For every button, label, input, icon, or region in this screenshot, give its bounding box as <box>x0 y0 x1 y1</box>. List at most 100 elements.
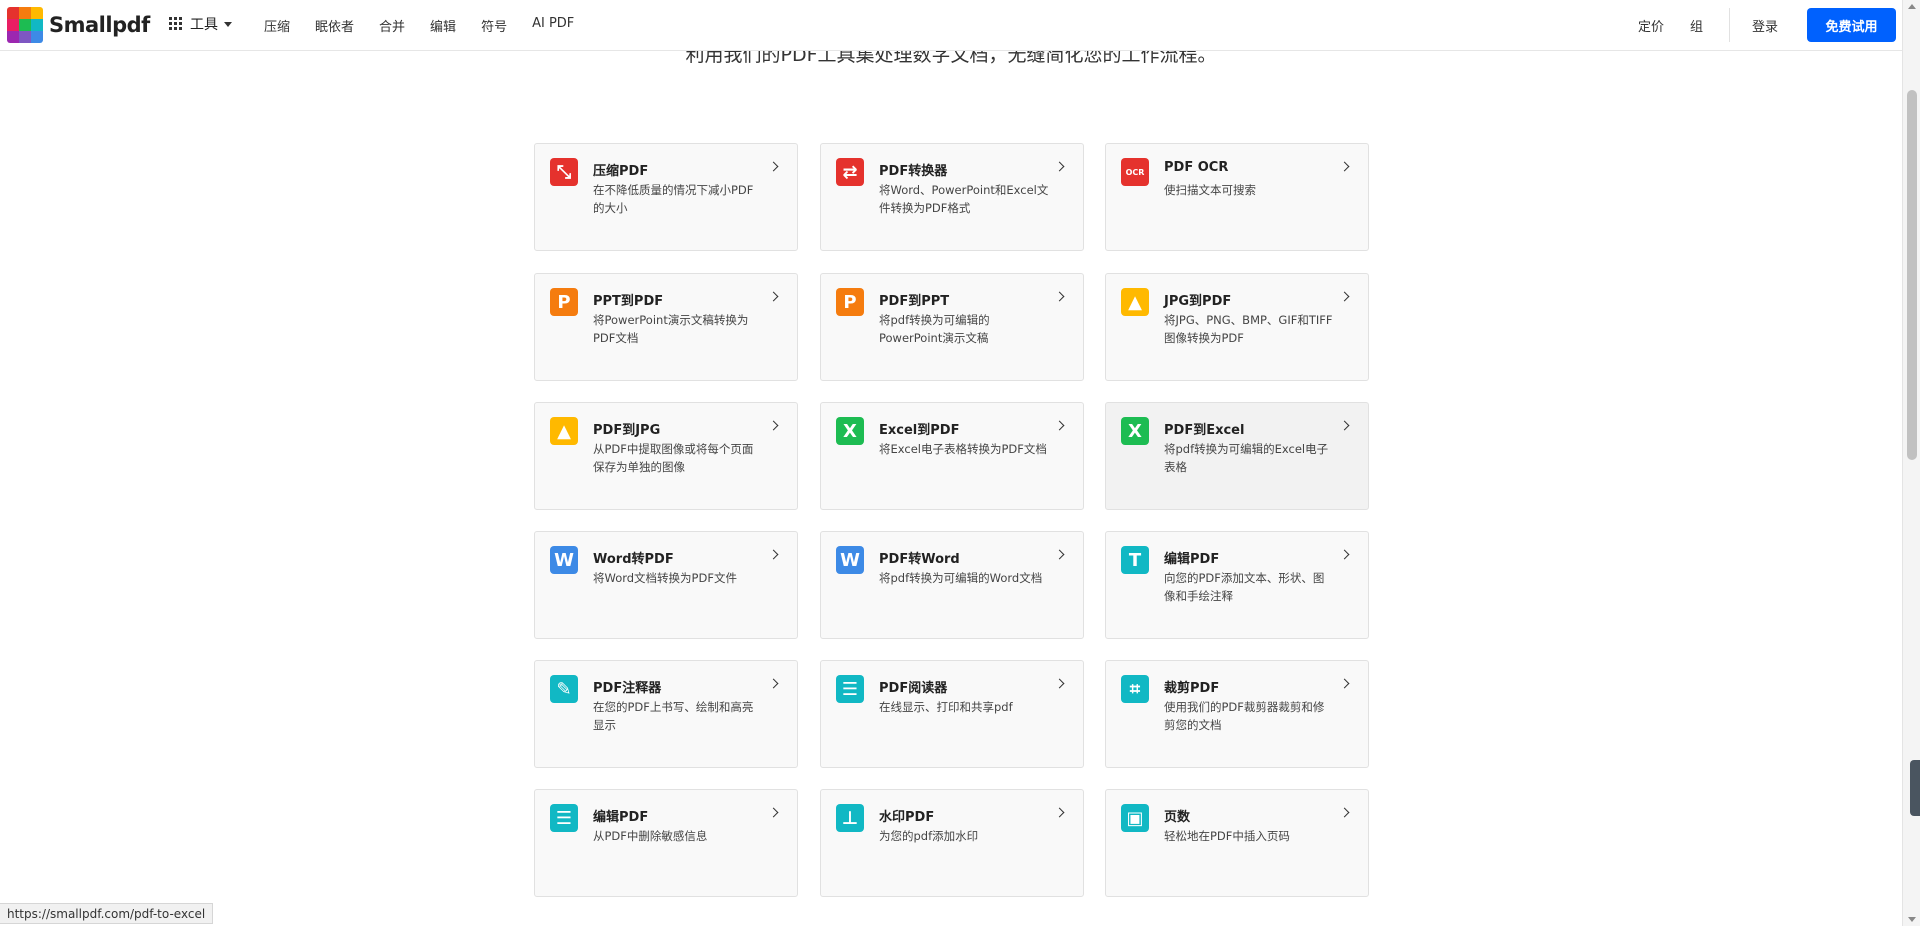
main-nav: 压缩 眠依者 合并 编辑 符号 AI PDF <box>264 16 599 35</box>
side-panel-handle[interactable] <box>1910 760 1920 816</box>
image-icon: ▲ <box>1121 288 1149 316</box>
tool-card-title: 编辑PDF <box>1164 552 1220 567</box>
chevron-right-icon <box>1054 549 1065 560</box>
tool-card[interactable]: P PDF到PPT 将pdf转换为可编辑的PowerPoint演示文稿 <box>820 273 1084 381</box>
logo-text: Smallpdf <box>49 13 150 37</box>
tool-card[interactable]: ▣ 页数轻松地在PDF中插入页码 <box>1105 789 1369 897</box>
tool-card[interactable]: ⌗ 裁剪PDF 使用我们的PDF裁剪器裁剪和修剪您的文档 <box>1105 660 1369 768</box>
nav-link-ai-pdf[interactable]: AI PDF <box>532 16 574 35</box>
page-number-icon: ▣ <box>1121 804 1149 832</box>
tool-card[interactable]: OCR PDF OCR 使扫描文本可搜索 <box>1105 143 1369 251</box>
tool-card-description: 使扫描文本可搜索 <box>1164 183 1256 197</box>
header-divider <box>1729 8 1730 42</box>
pen-icon: ✎ <box>550 675 578 703</box>
tool-card-description: 将pdf转换为可编辑的Word文档 <box>879 571 1043 585</box>
tool-card[interactable]: X PDF到Excel 将pdf转换为可编辑的Excel电子表格 <box>1105 402 1369 510</box>
chevron-right-icon <box>1339 807 1350 818</box>
chevron-right-icon <box>1054 161 1065 172</box>
chevron-right-icon <box>1339 161 1350 172</box>
tool-card[interactable]: ▲ PDF到JPG 从PDF中提取图像或将每个页面保存为单独的图像 <box>534 402 798 510</box>
apps-grid-icon <box>169 17 183 31</box>
tool-card-description: 在不降低质量的情况下减小PDF的大小 <box>593 183 754 215</box>
caret-down-icon <box>224 21 232 27</box>
chevron-right-icon <box>768 291 779 302</box>
tool-card-description: 将Word、PowerPoint和Excel文件转换为PDF格式 <box>879 183 1049 215</box>
tool-card[interactable]: ☰ PDF阅读器 在线显示、打印和共享pdf <box>820 660 1084 768</box>
word-icon: W <box>836 546 864 574</box>
scrollbar-thumb[interactable] <box>1907 90 1917 460</box>
chevron-right-icon <box>1054 678 1065 689</box>
crop-icon: ⌗ <box>1121 675 1149 703</box>
tool-card-description: 将Excel电子表格转换为PDF文档 <box>879 442 1047 456</box>
tool-card-title: JPG到PDF <box>1164 294 1232 309</box>
tool-card-description: 将pdf转换为可编辑的PowerPoint演示文稿 <box>879 313 990 345</box>
tool-card-title: PDF注释器 <box>593 681 662 696</box>
tool-card[interactable]: ✎ PDF注释器 在您的PDF上书写、绘制和高亮显示 <box>534 660 798 768</box>
chevron-right-icon <box>768 549 779 560</box>
nav-link-sign[interactable]: 符号 <box>481 16 507 35</box>
tool-card[interactable]: ⊥ 水印PDF 为您的pdf添加水印 <box>820 789 1084 897</box>
tool-card-title: PDF转Word <box>879 552 960 567</box>
chevron-right-icon <box>1054 291 1065 302</box>
tool-card[interactable]: W Word转PDF 将Word文档转换为PDF文件 <box>534 531 798 639</box>
login-link[interactable]: 登录 <box>1752 16 1778 35</box>
team-link[interactable]: 组 <box>1690 16 1703 35</box>
chevron-right-icon <box>768 420 779 431</box>
tools-menu-label: 工具 <box>190 17 218 33</box>
tool-card-description: 在线显示、打印和共享pdf <box>879 700 1013 714</box>
nav-link-edit[interactable]: 编辑 <box>430 16 456 35</box>
tool-card-title: 编辑PDF <box>593 810 649 825</box>
nav-link-compress[interactable]: 压缩 <box>264 16 290 35</box>
ocr-icon: OCR <box>1121 158 1149 186</box>
chevron-right-icon <box>1339 420 1350 431</box>
smallpdf-logo[interactable]: Smallpdf <box>7 7 150 43</box>
excel-icon: X <box>1121 417 1149 445</box>
top-navigation-bar: Smallpdf 工具 压缩 眠依者 合并 编辑 符号 AI PDF 定价 组 … <box>0 0 1902 51</box>
tool-card-description: 向您的PDF添加文本、形状、图像和手绘注释 <box>1164 571 1325 603</box>
tool-card[interactable]: ▲ JPG到PDF 将JPG、PNG、BMP、GIF和TIFF图像转换为PDF <box>1105 273 1369 381</box>
tool-card-title: 裁剪PDF <box>1164 681 1220 696</box>
tool-card[interactable]: ⤡ 压缩PDF 在不降低质量的情况下减小PDF的大小 <box>534 143 798 251</box>
pricing-link[interactable]: 定价 <box>1638 16 1664 35</box>
tool-card-title: PDF到JPG <box>593 423 661 438</box>
tool-card-description: 将PowerPoint演示文稿转换为PDF文档 <box>593 313 749 345</box>
chevron-right-icon <box>768 161 779 172</box>
tool-card-description: 从PDF中删除敏感信息 <box>593 829 708 843</box>
tool-card-title: 压缩PDF <box>593 164 649 179</box>
tool-card-title: PDF到Excel <box>1164 423 1245 438</box>
tool-card[interactable]: ⇄ PDF转换器 将Word、PowerPoint和Excel文件转换为PDF格式 <box>820 143 1084 251</box>
nav-link-merge[interactable]: 合并 <box>379 16 405 35</box>
chevron-right-icon <box>768 678 779 689</box>
tool-card-description: 将pdf转换为可编辑的Excel电子表格 <box>1164 442 1329 474</box>
tool-card-description: 将JPG、PNG、BMP、GIF和TIFF图像转换为PDF <box>1164 313 1333 345</box>
chevron-right-icon <box>1054 420 1065 431</box>
tool-card[interactable]: P PPT到PDF 将PowerPoint演示文稿转换为PDF文档 <box>534 273 798 381</box>
tool-card-description: 使用我们的PDF裁剪器裁剪和修剪您的文档 <box>1164 700 1325 732</box>
free-trial-button[interactable]: 免费试用 <box>1807 8 1896 42</box>
tool-card-description: 将Word文档转换为PDF文件 <box>593 571 737 585</box>
tool-card[interactable]: X Excel到PDF 将Excel电子表格转换为PDF文档 <box>820 402 1084 510</box>
text-edit-icon: T <box>1121 546 1149 574</box>
powerpoint-icon: P <box>550 288 578 316</box>
scroll-up-icon[interactable] <box>1908 4 1916 9</box>
tool-card-description: 轻松地在PDF中插入页码 <box>1164 829 1290 843</box>
logo-mark-icon <box>7 7 43 43</box>
converter-icon: ⇄ <box>836 158 864 186</box>
chevron-right-icon <box>1339 291 1350 302</box>
tool-card-title: 页数 <box>1164 810 1191 825</box>
tool-card-title: PPT到PDF <box>593 294 664 309</box>
chevron-right-icon <box>768 807 779 818</box>
tool-card-description: 从PDF中提取图像或将每个页面保存为单独的图像 <box>593 442 754 474</box>
powerpoint-icon: P <box>836 288 864 316</box>
tools-menu-button[interactable]: 工具 <box>169 14 232 34</box>
tool-card[interactable]: T 编辑PDF 向您的PDF添加文本、形状、图像和手绘注释 <box>1105 531 1369 639</box>
nav-link-convert[interactable]: 眠依者 <box>315 16 354 35</box>
tool-card-description: 为您的pdf添加水印 <box>879 829 979 843</box>
word-icon: W <box>550 546 578 574</box>
stamp-icon: ⊥ <box>836 804 864 832</box>
chevron-right-icon <box>1339 549 1350 560</box>
tool-card[interactable]: ☰ 编辑PDF 从PDF中删除敏感信息 <box>534 789 798 897</box>
tool-card[interactable]: W PDF转Word 将pdf转换为可编辑的Word文档 <box>820 531 1084 639</box>
scroll-down-icon[interactable] <box>1908 917 1916 922</box>
tool-card-title: Excel到PDF <box>879 423 960 438</box>
